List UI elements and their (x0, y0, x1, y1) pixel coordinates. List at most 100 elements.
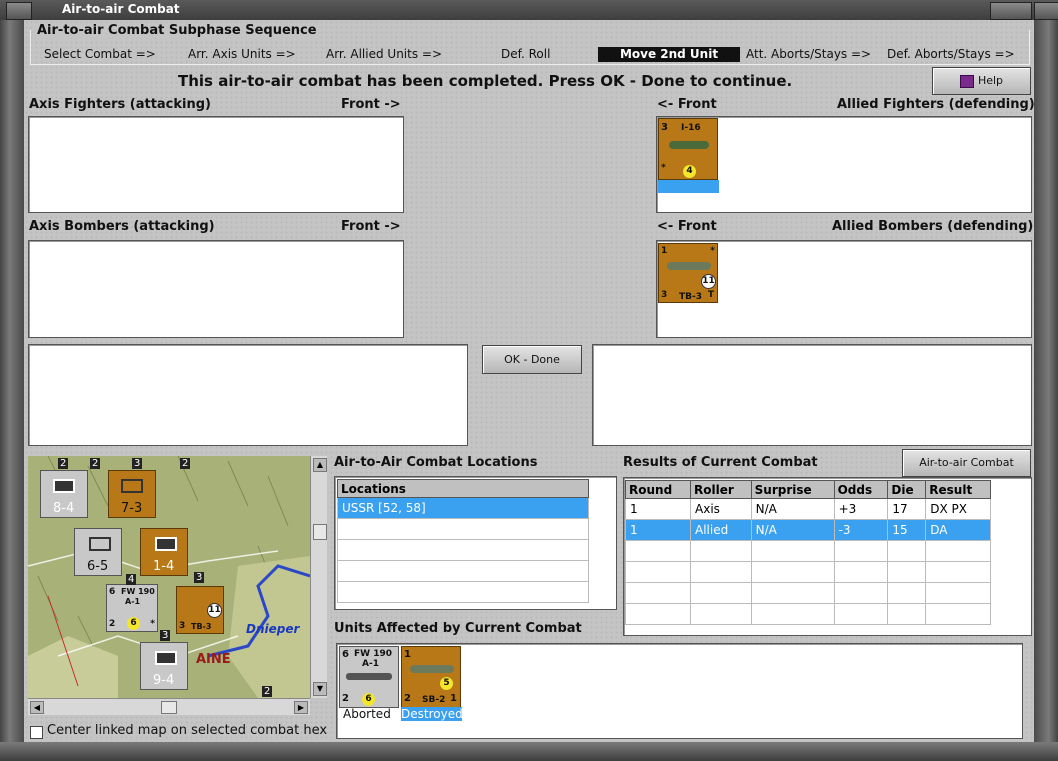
allied-fighter-counter[interactable]: 3 I-16 * 4 (658, 118, 718, 180)
location-row[interactable] (337, 518, 589, 540)
col-round: Round (624, 480, 692, 499)
counter-name: TB-3 (679, 292, 702, 302)
help-label: Help (977, 74, 1004, 87)
results-row[interactable]: 1 Axis N/A +3 17 DX PX (624, 498, 991, 520)
counter-bottom: 2 (404, 693, 411, 704)
axis-bombers-front: Front -> (341, 219, 401, 234)
counter-value: 7-3 (121, 501, 143, 516)
affected-unit-fw190[interactable]: 6 FW 190 A-1 2 6 (339, 646, 399, 708)
counter-name: TB-3 (191, 622, 212, 631)
axis-fighters-label: Axis Fighters (attacking) (29, 97, 211, 112)
fighter-plane-icon (346, 673, 392, 680)
allied-bombers-label: Allied Bombers (defending) (832, 219, 1034, 234)
sequence-title: Air-to-air Combat Subphase Sequence (34, 23, 320, 38)
col-odds: Odds (833, 480, 889, 499)
stack-number: 3 (160, 630, 171, 641)
location-row[interactable] (337, 581, 589, 603)
counter-mark: T (707, 290, 714, 300)
bomber-plane-icon (667, 262, 711, 270)
counter-range: 11 (701, 274, 716, 289)
cell-die: 17 (887, 498, 927, 520)
sequence-step-def-roll: Def. Roll (501, 47, 551, 61)
counter-name: SB-2 (422, 695, 446, 705)
col-surprise: Surprise (750, 480, 835, 499)
map-counter-7-3[interactable]: 7-3 (108, 470, 156, 518)
counter-bottom: 2 (342, 693, 349, 704)
col-result: Result (925, 480, 991, 499)
cell-round: 1 (624, 498, 692, 520)
counter-value: 8-4 (53, 501, 75, 516)
counter-value: 9-4 (153, 673, 175, 688)
col-roller: Roller (690, 480, 752, 499)
counter-attack: 3 (661, 290, 668, 300)
unit-status-aborted: Aborted (343, 707, 391, 721)
results-row[interactable] (624, 582, 991, 604)
scroll-left-icon[interactable]: ◀ (30, 701, 44, 714)
system-menu-button[interactable] (6, 2, 32, 20)
counter-range: 11 (207, 603, 222, 618)
counter-top: 1 (404, 649, 411, 660)
axis-notes-box (28, 344, 468, 446)
scroll-thumb[interactable] (161, 701, 177, 714)
locations-title: Air-to-Air Combat Locations (334, 455, 538, 470)
linked-map[interactable]: Dnieper AINE 8-4 7-3 6-5 1-4 6 FW 190 A-… (28, 456, 310, 698)
allied-fighters-label: Allied Fighters (defending) (837, 97, 1035, 112)
help-button[interactable]: Help (932, 67, 1031, 95)
counter-top: 6 (109, 587, 116, 597)
counter-die: 6 (127, 617, 140, 630)
scroll-down-icon[interactable]: ▼ (313, 682, 327, 696)
map-bomber-counter-tb3[interactable]: 11 3 TB-3 (176, 586, 224, 634)
col-die: Die (887, 480, 927, 499)
cell-odds: -3 (833, 519, 889, 541)
window-close-button[interactable] (1034, 2, 1058, 20)
sequence-step-arrange-allied: Arr. Allied Units => (326, 47, 443, 61)
map-horizontal-scrollbar[interactable]: ◀ ▶ (28, 698, 310, 715)
counter-right: 1 (450, 693, 457, 704)
counter-top: 6 (342, 649, 349, 660)
cell-round: 1 (624, 519, 692, 541)
combat-chart-button[interactable]: Air-to-air Combat Chart (902, 449, 1031, 495)
map-vertical-scrollbar[interactable]: ▲ ▼ (310, 456, 327, 698)
location-row[interactable]: USSR [52, 58] (337, 497, 589, 519)
allied-bomber-counter[interactable]: 1 * 11 3 TB-3 T (658, 243, 718, 303)
window-minimize-button[interactable] (990, 2, 1032, 20)
results-panel[interactable]: Round Roller Surprise Odds Die Result 1 … (623, 477, 1032, 636)
locations-list[interactable]: Locations USSR [52, 58] (334, 476, 617, 610)
sequence-step-arrange-axis: Arr. Axis Units => (188, 47, 296, 61)
counter-sub: A-1 (362, 659, 379, 669)
map-air-counter-fw190[interactable]: 6 FW 190 A-1 2 6 * (106, 584, 158, 632)
affected-units-box[interactable]: 6 FW 190 A-1 2 6 Aborted 1 5 2 SB-2 1 De… (336, 643, 1023, 739)
map-counter-6-5[interactable]: 6-5 (74, 528, 122, 576)
cell-surprise: N/A (750, 498, 835, 520)
affected-unit-sb2[interactable]: 1 5 2 SB-2 1 (401, 646, 461, 708)
axis-bombers-label: Axis Bombers (attacking) (29, 219, 215, 234)
stack-number: 2 (262, 686, 273, 697)
scroll-thumb[interactable] (313, 524, 327, 540)
counter-value: 6-5 (87, 559, 109, 574)
ok-done-button[interactable]: OK - Done (482, 345, 582, 374)
results-row[interactable] (624, 603, 991, 625)
scroll-up-icon[interactable]: ▲ (313, 458, 327, 472)
cell-roller: Axis (690, 498, 752, 520)
book-icon (959, 74, 974, 88)
axis-fighters-box[interactable] (28, 116, 404, 213)
map-counter-9-4[interactable]: 9-4 (140, 642, 188, 690)
axis-bombers-box[interactable] (28, 240, 404, 338)
map-counter-1-4[interactable]: 1-4 (140, 528, 188, 576)
location-row[interactable] (337, 539, 589, 561)
location-row[interactable] (337, 560, 589, 582)
map-counter-8-4[interactable]: 8-4 (40, 470, 88, 518)
results-row[interactable] (624, 561, 991, 583)
allied-bombers-front: <- Front (657, 219, 717, 234)
center-map-label[interactable]: Center linked map on selected combat hex (47, 723, 327, 738)
center-map-checkbox[interactable] (30, 726, 43, 739)
cell-roller: Allied (690, 519, 752, 541)
results-row[interactable] (624, 540, 991, 562)
window-frame-bottom (0, 742, 1058, 761)
allied-notes-box (592, 344, 1032, 446)
stack-number: 2 (90, 458, 101, 469)
results-row[interactable]: 1 Allied N/A -3 15 DA (624, 519, 991, 541)
mountain-symbol-icon (155, 537, 177, 551)
window-frame-right (1034, 20, 1058, 761)
scroll-right-icon[interactable]: ▶ (294, 701, 308, 714)
